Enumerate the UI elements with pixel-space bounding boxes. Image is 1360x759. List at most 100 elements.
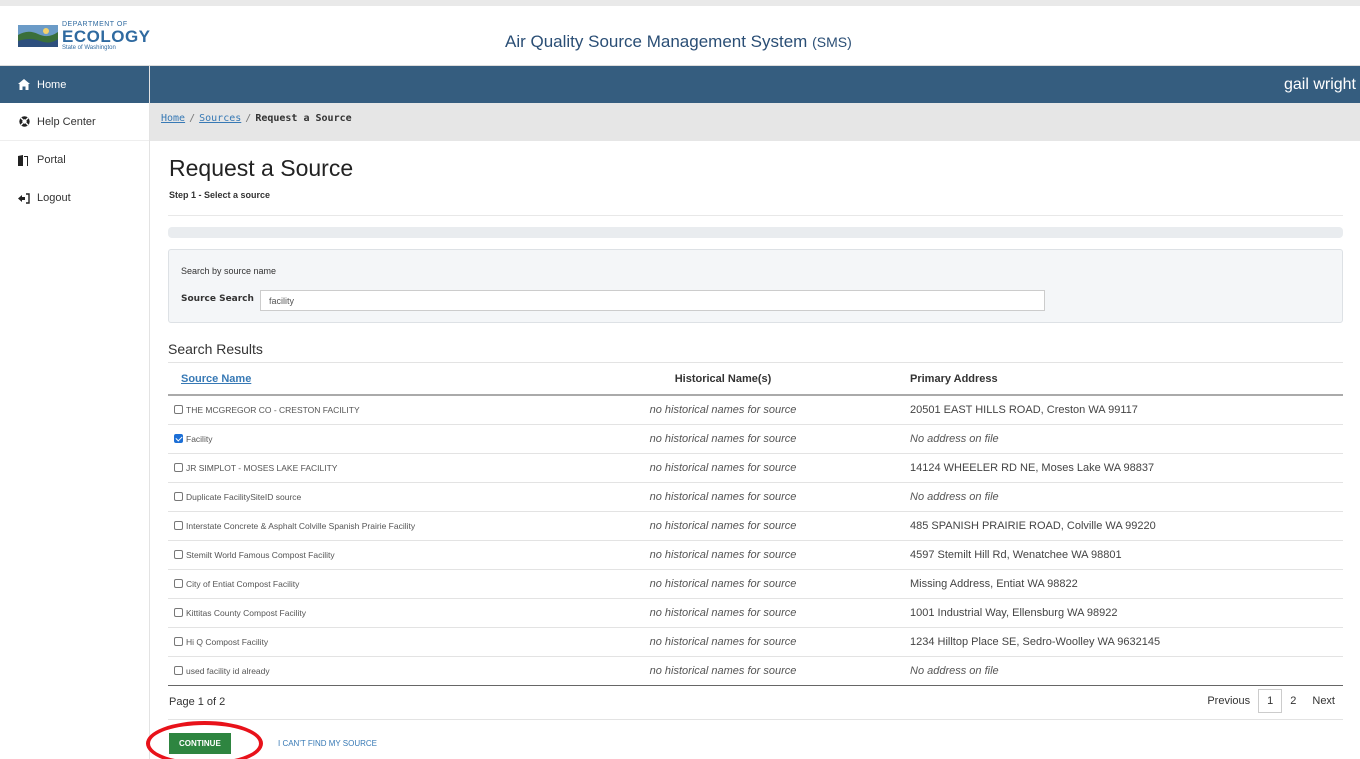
- breadcrumb-separator: /: [245, 113, 252, 124]
- source-name-cell: Stemilt World Famous Compost Facility: [168, 540, 548, 570]
- breadcrumb-current: Request a Source: [255, 113, 352, 124]
- breadcrumb-separator: /: [189, 113, 196, 124]
- progress-bar: [168, 227, 1343, 238]
- sidebar-item-portal[interactable]: Portal: [0, 141, 149, 179]
- pagination-previous[interactable]: Previous: [1199, 695, 1258, 707]
- divider: [168, 719, 1343, 720]
- source-name-cell: Interstate Concrete & Asphalt Colville S…: [168, 511, 548, 541]
- historical-names-cell: no historical names for source: [548, 540, 898, 570]
- source-name-cell: THE MCGREGOR CO - CRESTON FACILITY: [168, 395, 548, 425]
- search-hint: Search by source name: [181, 266, 277, 276]
- source-select-checkbox[interactable]: [174, 578, 183, 588]
- source-name: Kittitas County Compost Facility: [186, 607, 306, 618]
- sort-source-name-link[interactable]: Source Name: [168, 373, 251, 385]
- source-name-cell: Hi Q Compost Facility: [168, 627, 548, 657]
- source-select-checkbox[interactable]: [174, 549, 183, 559]
- historical-names-cell: no historical names for source: [548, 424, 898, 454]
- life-ring-icon: [18, 116, 30, 128]
- source-name: Facility: [186, 433, 213, 444]
- table-row: JR SIMPLOT - MOSES LAKE FACILITY no histo…: [168, 453, 1343, 483]
- app-header: DEPARTMENT OF ECOLOGY State of Washingto…: [0, 0, 1360, 66]
- results-table: Source Name Historical Name(s) Primary A…: [168, 363, 1343, 686]
- source-name: JR SIMPLOT - MOSES LAKE FACILITY: [186, 462, 338, 473]
- breadcrumb: Home / Sources / Request a Source: [161, 113, 352, 124]
- sign-out-icon: [18, 192, 30, 204]
- historical-names-cell: no historical names for source: [548, 395, 898, 425]
- source-name: used facility id already: [186, 665, 270, 676]
- sidebar-item-label: Portal: [37, 154, 66, 166]
- sidebar-item-label: Logout: [37, 192, 71, 204]
- cant-find-source-link[interactable]: I CAN'T FIND MY SOURCE: [278, 739, 377, 748]
- sidebar-item-help-center[interactable]: Help Center: [0, 103, 149, 141]
- sidebar-item-home[interactable]: Home: [0, 66, 149, 103]
- primary-address-cell: 1234 Hilltop Place SE, Sedro-Woolley WA …: [898, 627, 1343, 657]
- source-select-checkbox[interactable]: [174, 520, 183, 530]
- primary-address-cell: No address on file: [898, 424, 1343, 454]
- search-panel: Search by source name Source Search: [168, 249, 1343, 323]
- search-results-title: Search Results: [168, 341, 263, 357]
- source-name-cell: JR SIMPLOT - MOSES LAKE FACILITY: [168, 453, 548, 483]
- home-icon: [18, 79, 30, 91]
- app-title-abbr: (SMS): [812, 34, 852, 50]
- page-info: Page 1 of 2: [169, 696, 226, 708]
- breadcrumb-home-link[interactable]: Home: [161, 113, 185, 124]
- primary-address-cell: No address on file: [898, 656, 1343, 686]
- source-select-checkbox[interactable]: [174, 491, 183, 501]
- source-select-checkbox[interactable]: [174, 607, 183, 617]
- source-name-cell: City of Entiat Compost Facility: [168, 569, 548, 599]
- historical-names-cell: no historical names for source: [548, 453, 898, 483]
- source-name-cell: Kittitas County Compost Facility: [168, 598, 548, 628]
- user-name[interactable]: gail wright: [1284, 76, 1356, 94]
- source-name-cell: used facility id already: [168, 656, 548, 686]
- breadcrumb-sources-link[interactable]: Sources: [199, 113, 241, 124]
- column-header-source-name: Source Name: [168, 363, 548, 396]
- source-name: Interstate Concrete & Asphalt Colville S…: [186, 520, 416, 531]
- primary-address-cell: 4597 Stemilt Hill Rd, Wenatchee WA 98801: [898, 540, 1343, 570]
- step-label: Step 1 - Select a source: [169, 190, 271, 200]
- sidebar-item-label: Help Center: [37, 115, 96, 128]
- table-row: Facility no historical names for source No…: [168, 424, 1343, 454]
- historical-names-cell: no historical names for source: [548, 627, 898, 657]
- column-header-historical-names: Historical Name(s): [548, 363, 898, 396]
- primary-address-cell: 14124 WHEELER RD NE, Moses Lake WA 98837: [898, 453, 1343, 483]
- pagination: Previous 1 2 Next: [1199, 689, 1343, 713]
- pagination-page-2[interactable]: 2: [1282, 695, 1304, 707]
- table-row: City of Entiat Compost Facility no histor…: [168, 569, 1343, 599]
- main-content: Request a Source Step 1 - Select a sourc…: [146, 141, 1360, 759]
- historical-names-cell: no historical names for source: [548, 511, 898, 541]
- primary-address-cell: 20501 EAST HILLS ROAD, Creston WA 99117: [898, 395, 1343, 425]
- source-select-checkbox[interactable]: [174, 665, 183, 675]
- app-title-text: Air Quality Source Management System: [505, 32, 808, 51]
- table-row: Stemilt World Famous Compost Facility no …: [168, 540, 1343, 570]
- source-select-checkbox[interactable]: [174, 433, 183, 443]
- breadcrumb-bar: Home / Sources / Request a Source: [150, 103, 1360, 141]
- pagination-next[interactable]: Next: [1304, 695, 1343, 707]
- top-navbar: gail wright: [150, 66, 1360, 103]
- pagination-page-1[interactable]: 1: [1258, 689, 1283, 713]
- ecology-logo[interactable]: DEPARTMENT OF ECOLOGY State of Washingto…: [18, 16, 150, 56]
- table-row: Duplicate FacilitySiteID source no histor…: [168, 482, 1343, 512]
- ecology-logo-graphic: [18, 21, 58, 51]
- sidebar-item-label: Home: [37, 78, 67, 91]
- table-row: THE MCGREGOR CO - CRESTON FACILITY no his…: [168, 395, 1343, 425]
- source-name: City of Entiat Compost Facility: [186, 578, 300, 589]
- source-name-cell: Duplicate FacilitySiteID source: [168, 482, 548, 512]
- source-name: THE MCGREGOR CO - CRESTON FACILITY: [186, 404, 360, 415]
- page-title: Request a Source: [169, 155, 354, 181]
- source-search-label: Source Search: [181, 294, 254, 304]
- source-name: Stemilt World Famous Compost Facility: [186, 549, 335, 560]
- table-row: Interstate Concrete & Asphalt Colville S…: [168, 511, 1343, 541]
- logo-name-text: ECOLOGY: [62, 27, 151, 46]
- continue-button[interactable]: CONTINUE: [169, 733, 231, 754]
- source-select-checkbox[interactable]: [174, 462, 183, 472]
- source-select-checkbox[interactable]: [174, 404, 183, 414]
- source-search-input[interactable]: [260, 290, 1045, 311]
- source-name-cell: Facility: [168, 424, 548, 454]
- primary-address-cell: Missing Address, Entiat WA 98822: [898, 569, 1343, 599]
- source-select-checkbox[interactable]: [174, 636, 183, 646]
- sidebar-item-logout[interactable]: Logout: [0, 179, 149, 217]
- sidebar: Home Help Center Portal Logout: [0, 66, 150, 759]
- table-row: Hi Q Compost Facility no historical names…: [168, 627, 1343, 657]
- source-name: Hi Q Compost Facility: [186, 636, 269, 647]
- table-row: Kittitas County Compost Facility no histo…: [168, 598, 1343, 628]
